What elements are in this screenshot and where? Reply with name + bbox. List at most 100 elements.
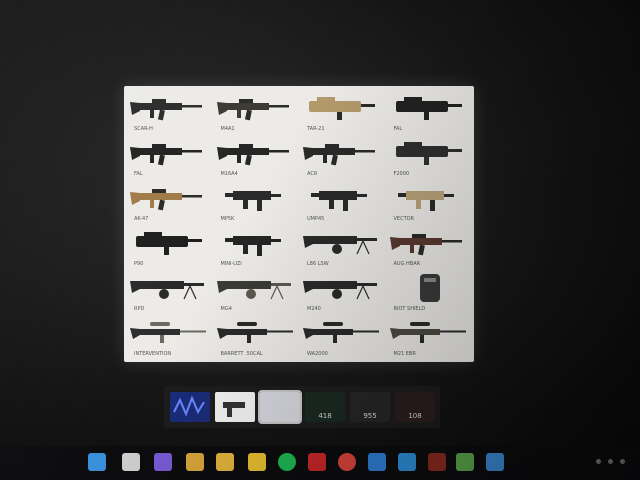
- weapon-label: UMP45: [307, 216, 325, 222]
- weapon-label: WA2000: [307, 351, 328, 357]
- weapon-label: AUG HBAR: [393, 261, 421, 267]
- weapon-tile: RIOT SHIELD: [388, 270, 471, 313]
- spotify-icon[interactable]: [278, 453, 296, 471]
- image-viewer: SCAR-H M4A1 TAR-21 FAL FAL M16A4 ACR F20…: [124, 86, 474, 362]
- weapon-label: ACR: [307, 171, 318, 177]
- app-blue-icon[interactable]: [368, 453, 386, 471]
- weapon-tile: M21 EBR: [388, 315, 471, 358]
- weapon-image: [130, 189, 202, 211]
- weapon-tile: AK-47: [128, 180, 211, 223]
- app-teal-icon[interactable]: [486, 453, 504, 471]
- weapon-label: P90: [134, 261, 144, 267]
- weapon-tile: SCAR-H: [128, 90, 211, 133]
- weapon-label: M16A4: [220, 171, 238, 177]
- app-dark-red-icon[interactable]: [428, 453, 446, 471]
- weapon-image: [395, 97, 462, 120]
- app-purple-icon[interactable]: [154, 453, 172, 471]
- tray-icon[interactable]: [620, 459, 625, 464]
- thumbnail-caption: 108: [408, 412, 422, 420]
- weapon-tile: FAL: [388, 90, 471, 133]
- weapon-label: M21 EBR: [393, 351, 416, 357]
- folder-icon[interactable]: [216, 453, 234, 471]
- start-icon[interactable]: [88, 453, 106, 471]
- weapon-image: [130, 281, 204, 300]
- weapon-image: [309, 97, 375, 120]
- thumbnail-strip: 418 955 108: [164, 386, 440, 428]
- weapon-image: [303, 144, 375, 166]
- weapon-image: [224, 236, 281, 256]
- weapon-label: M4A1: [220, 126, 235, 132]
- weapon-label: MP5K: [220, 216, 235, 222]
- weapon-label: TAR-21: [307, 126, 325, 132]
- weapon-tile: TAR-21: [301, 90, 384, 133]
- blue-pattern-icon: [173, 395, 205, 417]
- weapon-tile: INTERVENTION: [128, 315, 211, 358]
- weapon-label: F2000: [393, 171, 410, 177]
- weapon-image: [303, 322, 379, 343]
- task-view-icon[interactable]: [122, 453, 140, 471]
- pistol-icon: [223, 402, 245, 417]
- weapon-label: RPD: [134, 306, 145, 312]
- weapon-image: [311, 191, 367, 211]
- taskbar: [0, 446, 640, 480]
- thumb-white[interactable]: [258, 390, 302, 424]
- weapon-tile: MG4: [215, 270, 298, 313]
- weapon-image: [130, 144, 202, 166]
- weapon-grid: SCAR-H M4A1 TAR-21 FAL FAL M16A4 ACR F20…: [128, 90, 470, 358]
- weapon-label: RIOT SHIELD: [393, 306, 426, 312]
- thumb-pistol[interactable]: [215, 392, 255, 422]
- weapon-tile: RPD: [128, 270, 211, 313]
- thumb-dark-3[interactable]: 108: [395, 392, 435, 422]
- weapon-tile: BARRETT .50CAL: [215, 315, 298, 358]
- thumb-blue[interactable]: [170, 392, 210, 422]
- weapon-image: [224, 191, 281, 211]
- weapon-image: [216, 281, 291, 300]
- weapon-image: [303, 281, 377, 300]
- weapon-label: SCAR-H: [134, 126, 153, 132]
- notes-icon[interactable]: [248, 453, 266, 471]
- thumbnail-caption: 955: [363, 412, 377, 420]
- weapon-image: [389, 322, 466, 343]
- thumbnail-caption: 418: [318, 412, 332, 420]
- weapon-label: MG4: [220, 306, 232, 312]
- weapon-label: L86 LSW: [307, 261, 329, 267]
- weapon-image: [130, 99, 202, 121]
- weapon-tile: M240: [301, 270, 384, 313]
- weapon-image: [303, 236, 377, 255]
- weapon-tile: P90: [128, 225, 211, 268]
- weapon-image: [136, 232, 202, 255]
- weapon-image: [216, 144, 289, 166]
- thumb-dark-2[interactable]: 955: [350, 392, 390, 422]
- weapon-tile: L86 LSW: [301, 225, 384, 268]
- weapon-image: [389, 234, 462, 256]
- app-green-icon[interactable]: [456, 453, 474, 471]
- thumb-dark-1[interactable]: 418: [305, 392, 345, 422]
- weapon-label: INTERVENTION: [134, 351, 172, 357]
- vscode-icon[interactable]: [398, 453, 416, 471]
- tray-icon[interactable]: [596, 459, 601, 464]
- weapon-label: FAL: [393, 126, 403, 132]
- weapon-tile: M4A1: [215, 90, 298, 133]
- weapon-tile: UMP45: [301, 180, 384, 223]
- weapon-image: [397, 191, 454, 211]
- chrome-icon[interactable]: [338, 453, 356, 471]
- weapon-label: M240: [307, 306, 321, 312]
- weapon-label: FAL: [134, 171, 143, 177]
- weapon-tile: WA2000: [301, 315, 384, 358]
- weapon-label: VECTOR: [393, 216, 415, 222]
- weapon-image: [419, 274, 440, 302]
- weapon-tile: M16A4: [215, 135, 298, 178]
- app-red-icon[interactable]: [308, 453, 326, 471]
- weapon-tile: F2000: [388, 135, 471, 178]
- weapon-image: [395, 142, 462, 165]
- weapon-image: [216, 99, 289, 121]
- weapon-label: AK-47: [134, 216, 149, 222]
- weapon-tile: AUG HBAR: [388, 225, 471, 268]
- tray-icon[interactable]: [608, 459, 613, 464]
- weapon-image: [216, 322, 293, 343]
- weapon-tile: VECTOR: [388, 180, 471, 223]
- weapon-label: BARRETT .50CAL: [220, 351, 263, 357]
- weapon-tile: FAL: [128, 135, 211, 178]
- weapon-tile: MP5K: [215, 180, 298, 223]
- file-explorer-icon[interactable]: [186, 453, 204, 471]
